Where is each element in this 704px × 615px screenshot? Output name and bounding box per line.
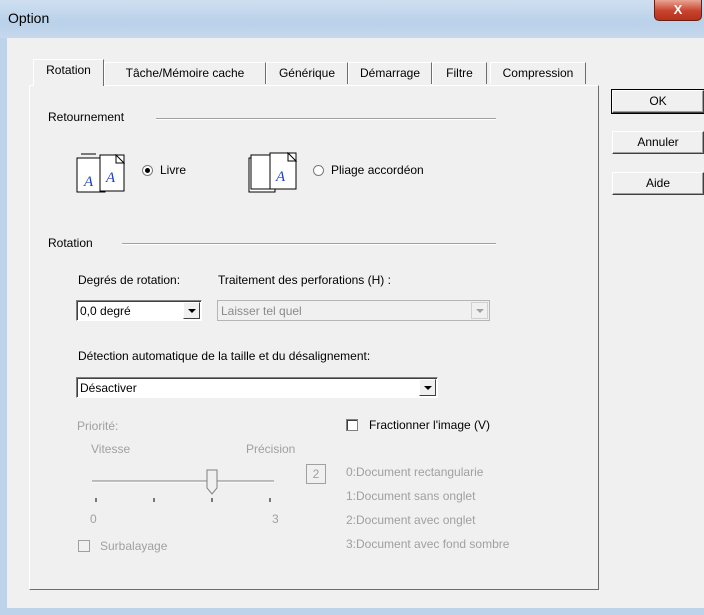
tab-rotation[interactable]: Rotation [33, 59, 104, 86]
help-button[interactable]: Aide [612, 172, 704, 195]
accordion-page-icon: A [248, 151, 298, 193]
chevron-down-icon[interactable] [183, 302, 200, 319]
degrees-label: Degrés de rotation: [78, 273, 181, 287]
priority-value: 2 [312, 467, 320, 481]
tick-min-label: 0 [90, 512, 97, 526]
split-image-checkbox[interactable] [346, 419, 358, 431]
punch-value: Laisser tel quel [221, 304, 302, 318]
radio-book[interactable] [142, 165, 153, 176]
chevron-down-icon[interactable] [471, 302, 488, 319]
cancel-button[interactable]: Annuler [612, 131, 704, 154]
auto-detect-label: Détection automatique de la taille et du… [78, 349, 371, 363]
auto-detect-select[interactable]: Désactiver [76, 377, 438, 398]
svg-text:A: A [275, 169, 286, 185]
tab-startup[interactable]: Démarrage [348, 62, 432, 84]
tick-max-label: 3 [272, 512, 279, 526]
svg-text:A: A [83, 174, 94, 190]
priority-label: Priorité: [77, 419, 119, 433]
degrees-select[interactable]: 0,0 degré [76, 300, 202, 321]
chevron-down-icon[interactable] [419, 379, 436, 396]
legend-item: 3:Document avec fond sombre [346, 537, 510, 551]
punch-label: Traitement des perforations (H) : [218, 273, 391, 287]
split-image-label: Fractionner l'image (V) [369, 418, 490, 432]
priority-value-box: 2 [306, 464, 326, 484]
auto-detect-value: Désactiver [80, 381, 137, 395]
group-title-rotation: Rotation [48, 236, 93, 250]
svg-text:A: A [105, 170, 116, 186]
punch-select[interactable]: Laisser tel quel [217, 300, 490, 321]
title-bar: Option X [0, 0, 704, 38]
window-title: Option [8, 10, 50, 26]
legend-item: 2:Document avec onglet [346, 513, 476, 527]
group-divider [156, 118, 496, 120]
book-page-icon: A A [76, 153, 126, 193]
radio-book-label: Livre [160, 163, 187, 177]
close-button[interactable]: X [654, 0, 702, 21]
group-divider [122, 243, 496, 245]
radio-accordion-label: Pliage accordéon [331, 163, 424, 177]
radio-accordion[interactable] [313, 165, 324, 176]
priority-precision-label: Précision [246, 442, 296, 456]
priority-speed-label: Vitesse [91, 442, 131, 456]
legend-item: 0:Document rectangularie [346, 465, 484, 479]
tab-compression[interactable]: Compression [490, 62, 586, 84]
tab-cache[interactable]: Tâche/Mémoire cache [104, 62, 266, 84]
legend-item: 1:Document sans onglet [346, 489, 476, 503]
priority-slider[interactable] [88, 462, 288, 506]
tab-filter[interactable]: Filtre [432, 62, 487, 84]
overscan-label: Surbalayage [100, 539, 168, 553]
degrees-value: 0,0 degré [80, 304, 131, 318]
group-title-flip: Retournement [48, 110, 125, 124]
ok-button[interactable]: OK [611, 89, 704, 114]
overscan-checkbox[interactable] [78, 540, 90, 552]
tab-generic[interactable]: Générique [266, 62, 348, 84]
